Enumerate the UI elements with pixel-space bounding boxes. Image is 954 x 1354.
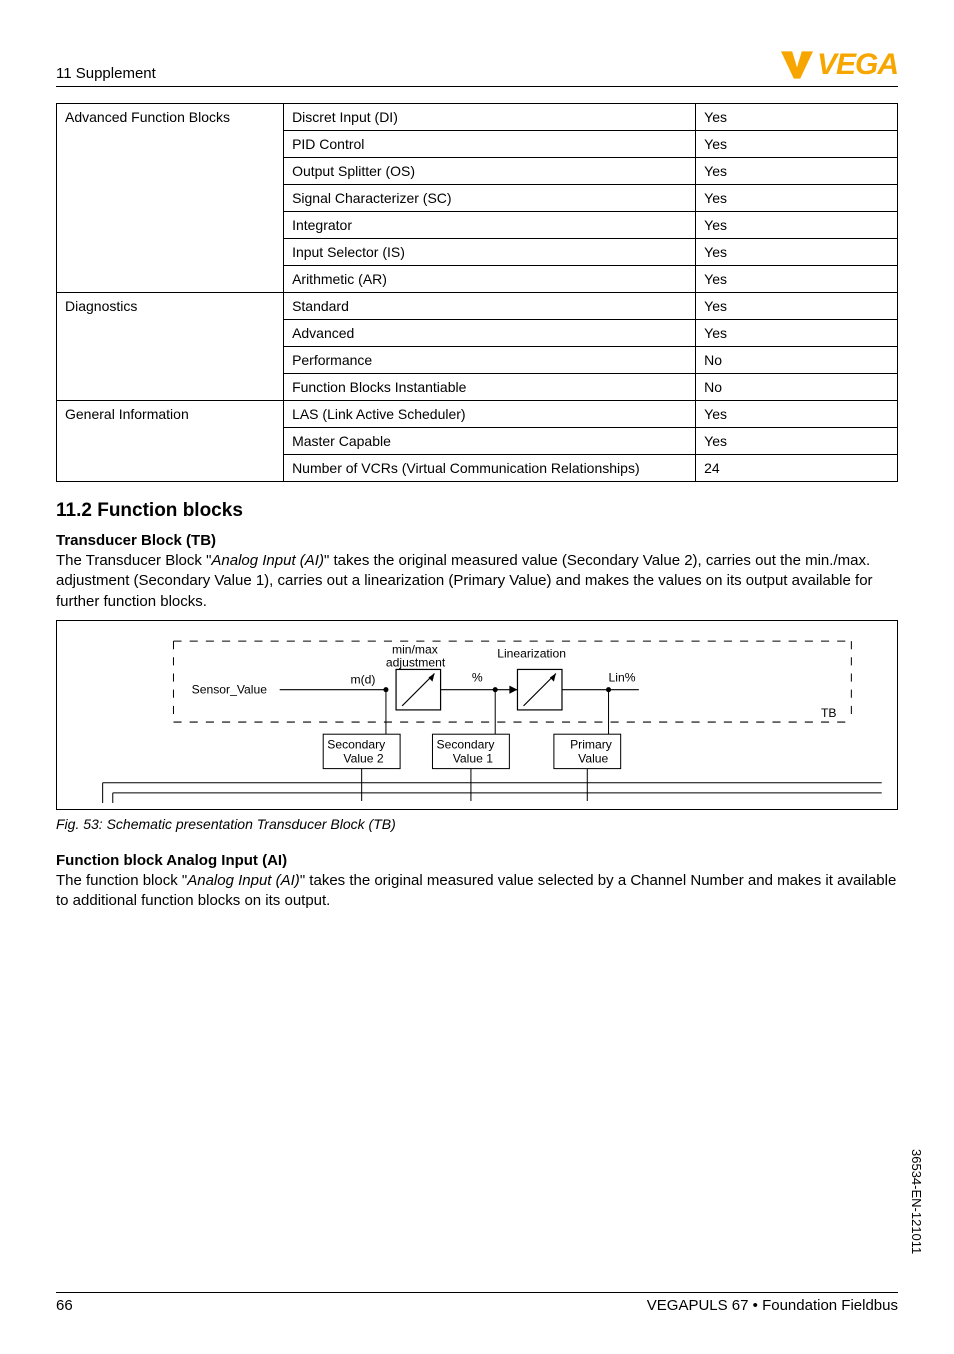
table-cell-category: Advanced Function Blocks xyxy=(57,104,284,293)
tb-heading: Transducer Block (TB) xyxy=(56,532,898,549)
label-sensor-value: Sensor_Value xyxy=(192,682,268,696)
page-number: 66 xyxy=(56,1297,73,1314)
table-cell-value: Yes xyxy=(696,293,898,320)
table-cell-value: Yes xyxy=(696,185,898,212)
table-cell-value: Yes xyxy=(696,401,898,428)
vega-logo: VEGA xyxy=(781,48,898,82)
tb-text-pre: The Transducer Block " xyxy=(56,552,211,569)
logo-icon xyxy=(781,51,813,79)
ai-description: The function block "Analog Input (AI)" t… xyxy=(56,871,898,912)
table-row: Advanced Function BlocksDiscret Input (D… xyxy=(57,104,898,131)
label-secondary1b: Value 1 xyxy=(453,751,493,765)
label-minmax: min/max xyxy=(392,642,438,656)
ai-text-em: Analog Input (AI) xyxy=(187,872,300,889)
table-cell-item: Arithmetic (AR) xyxy=(284,266,696,293)
tb-text-em: Analog Input (AI) xyxy=(211,552,324,569)
table-cell-value: No xyxy=(696,374,898,401)
table-cell-category: Diagnostics xyxy=(57,293,284,401)
table-cell-item: Input Selector (IS) xyxy=(284,239,696,266)
table-cell-value: No xyxy=(696,347,898,374)
ai-heading: Function block Analog Input (AI) xyxy=(56,852,898,869)
product-name: VEGAPULS 67 • Foundation Fieldbus xyxy=(647,1297,898,1314)
function-blocks-table: Advanced Function BlocksDiscret Input (D… xyxy=(56,103,898,482)
table-cell-category: General Information xyxy=(57,401,284,482)
table-cell-item: Integrator xyxy=(284,212,696,239)
diagram-caption: Fig. 53: Schematic presentation Transduc… xyxy=(56,816,898,832)
label-percent: % xyxy=(472,670,483,684)
label-secondary2b: Value 2 xyxy=(343,751,383,765)
table-cell-value: Yes xyxy=(696,239,898,266)
table-cell-item: Standard xyxy=(284,293,696,320)
table-cell-value: Yes xyxy=(696,428,898,455)
label-primary-a: Primary xyxy=(570,737,613,751)
table-cell-item: Function Blocks Instantiable xyxy=(284,374,696,401)
table-cell-item: Performance xyxy=(284,347,696,374)
table-cell-item: Signal Characterizer (SC) xyxy=(284,185,696,212)
table-cell-item: LAS (Link Active Scheduler) xyxy=(284,401,696,428)
tb-diagram-svg: Sensor_Value m(d) min/max adjustment % L… xyxy=(67,631,887,803)
tb-description: The Transducer Block "Analog Input (AI)"… xyxy=(56,551,898,612)
label-adjustment: adjustment xyxy=(386,655,446,669)
label-tb: TB xyxy=(821,706,837,720)
table-cell-value: 24 xyxy=(696,455,898,482)
table-cell-value: Yes xyxy=(696,131,898,158)
table-cell-value: Yes xyxy=(696,158,898,185)
table-cell-item: Advanced xyxy=(284,320,696,347)
section-heading: 11.2 Function blocks xyxy=(56,500,898,522)
table-cell-item: Master Capable xyxy=(284,428,696,455)
table-cell-value: Yes xyxy=(696,212,898,239)
table-cell-value: Yes xyxy=(696,104,898,131)
table-cell-value: Yes xyxy=(696,266,898,293)
section-title: 11 Supplement xyxy=(56,65,156,82)
footer: 66 VEGAPULS 67 • Foundation Fieldbus xyxy=(56,1292,898,1314)
table-cell-item: Discret Input (DI) xyxy=(284,104,696,131)
document-code: 36534-EN-121011 xyxy=(909,1149,924,1254)
label-secondary2a: Secondary xyxy=(327,737,386,751)
ai-text-pre: The function block " xyxy=(56,872,187,889)
table-cell-item: Number of VCRs (Virtual Communication Re… xyxy=(284,455,696,482)
table-cell-item: Output Splitter (OS) xyxy=(284,158,696,185)
table-cell-value: Yes xyxy=(696,320,898,347)
table-row: DiagnosticsStandardYes xyxy=(57,293,898,320)
logo-text: VEGA xyxy=(817,48,898,82)
table-cell-item: PID Control xyxy=(284,131,696,158)
label-lin-pct: Lin% xyxy=(609,670,636,684)
label-md: m(d) xyxy=(351,672,376,686)
header: 11 Supplement VEGA xyxy=(56,48,898,87)
label-primary-b: Value xyxy=(578,751,608,765)
table-row: General InformationLAS (Link Active Sche… xyxy=(57,401,898,428)
tb-diagram: Sensor_Value m(d) min/max adjustment % L… xyxy=(56,620,898,810)
label-linearization: Linearization xyxy=(497,646,566,660)
label-secondary1a: Secondary xyxy=(437,737,496,751)
